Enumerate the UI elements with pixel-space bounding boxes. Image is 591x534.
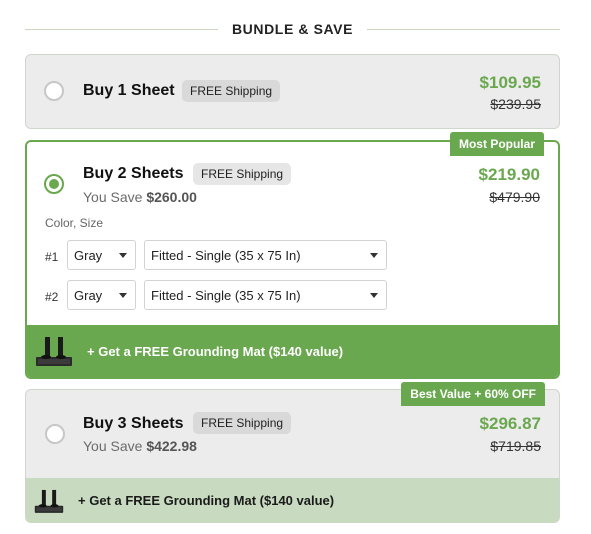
- grounding-mat-icon: [35, 335, 73, 367]
- option-1-radio[interactable]: [44, 81, 64, 101]
- row-1-color-value: Gray: [74, 247, 103, 263]
- best-value-ribbon: Best Value + 60% OFF: [401, 382, 545, 406]
- row-1-color-select[interactable]: Gray: [67, 240, 136, 270]
- option-3-radio[interactable]: [45, 424, 65, 444]
- savings-prefix: You Save: [83, 189, 143, 205]
- promo-text: + Get a FREE Grounding Mat ($140 value): [87, 343, 344, 359]
- most-popular-ribbon: Most Popular: [449, 132, 544, 156]
- chevron-down-icon: [370, 253, 378, 258]
- selector-label: Color, Size: [45, 216, 104, 230]
- option-3-price: $296.87: [479, 414, 541, 433]
- option-2-radio[interactable]: [44, 174, 64, 194]
- row-1-size-select[interactable]: Fitted - Single (35 x 75 In): [144, 240, 387, 270]
- row-1-size-value: Fitted - Single (35 x 75 In): [151, 247, 301, 263]
- option-3-was-price: $719.85: [490, 438, 541, 454]
- option-3-shipping-badge: FREE Shipping: [193, 412, 292, 434]
- option-1-price: $109.95: [479, 73, 541, 92]
- row-2-size-select[interactable]: Fitted - Single (35 x 75 In): [144, 280, 387, 310]
- option-2-title: Buy 2 Sheets: [83, 165, 184, 182]
- bundle-option-1[interactable]: Buy 1 Sheet FREE Shipping $109.95 $239.9…: [25, 54, 560, 129]
- chevron-down-icon: [370, 293, 378, 298]
- option-3-savings: You Save $422.98: [83, 438, 197, 454]
- option-3-promo-banner: + Get a FREE Grounding Mat ($140 value): [26, 478, 559, 523]
- chevron-down-icon: [119, 253, 127, 258]
- row-2-number: #2: [45, 290, 59, 304]
- header-divider-left: [25, 28, 218, 30]
- bundle-option-2[interactable]: Most Popular Buy 2 Sheets FREE Shipping …: [25, 132, 560, 379]
- option-2-shipping-badge: FREE Shipping: [193, 163, 292, 185]
- bundle-option-3[interactable]: Best Value + 60% OFF Buy 3 Sheets FREE S…: [25, 382, 560, 523]
- row-2-color-value: Gray: [74, 287, 103, 303]
- savings-amount: $422.98: [146, 438, 197, 454]
- row-2-color-select[interactable]: Gray: [67, 280, 136, 310]
- chevron-down-icon: [119, 293, 127, 298]
- option-1-title: Buy 1 Sheet: [83, 82, 175, 99]
- option-2-price: $219.90: [478, 165, 540, 184]
- savings-prefix: You Save: [83, 438, 143, 454]
- option-3-title: Buy 3 Sheets: [83, 415, 184, 432]
- option-2-was-price: $479.90: [489, 189, 540, 205]
- promo-text: + Get a FREE Grounding Mat ($140 value): [78, 493, 335, 508]
- savings-amount: $260.00: [146, 189, 197, 205]
- option-2-promo-banner: + Get a FREE Grounding Mat ($140 value): [27, 325, 558, 377]
- option-1-was-price: $239.95: [490, 96, 541, 112]
- row-1-number: #1: [45, 250, 59, 264]
- row-2-size-value: Fitted - Single (35 x 75 In): [151, 287, 301, 303]
- option-1-shipping-badge: FREE Shipping: [182, 80, 281, 102]
- bundle-header: BUNDLE & SAVE: [25, 14, 561, 44]
- bundle-title: BUNDLE & SAVE: [231, 21, 354, 37]
- grounding-mat-icon: [34, 488, 64, 514]
- option-2-savings: You Save $260.00: [83, 189, 197, 205]
- header-divider-right: [367, 28, 561, 30]
